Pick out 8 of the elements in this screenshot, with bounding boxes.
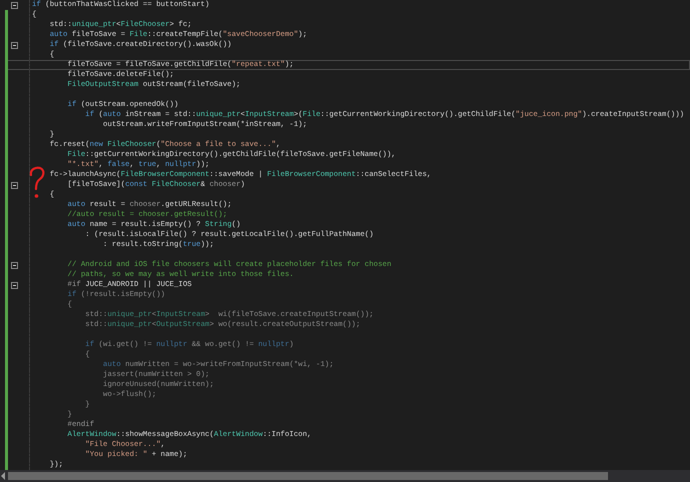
question-mark-drawing bbox=[28, 166, 46, 200]
collapse-icon[interactable] bbox=[11, 2, 18, 8]
collapse-icon[interactable] bbox=[11, 182, 18, 188]
scroll-left-icon[interactable] bbox=[0, 472, 6, 480]
collapse-icon[interactable] bbox=[11, 42, 18, 48]
collapse-icon[interactable] bbox=[11, 262, 18, 268]
collapse-icon[interactable] bbox=[11, 282, 18, 288]
scrollbar-thumb[interactable] bbox=[8, 472, 608, 480]
